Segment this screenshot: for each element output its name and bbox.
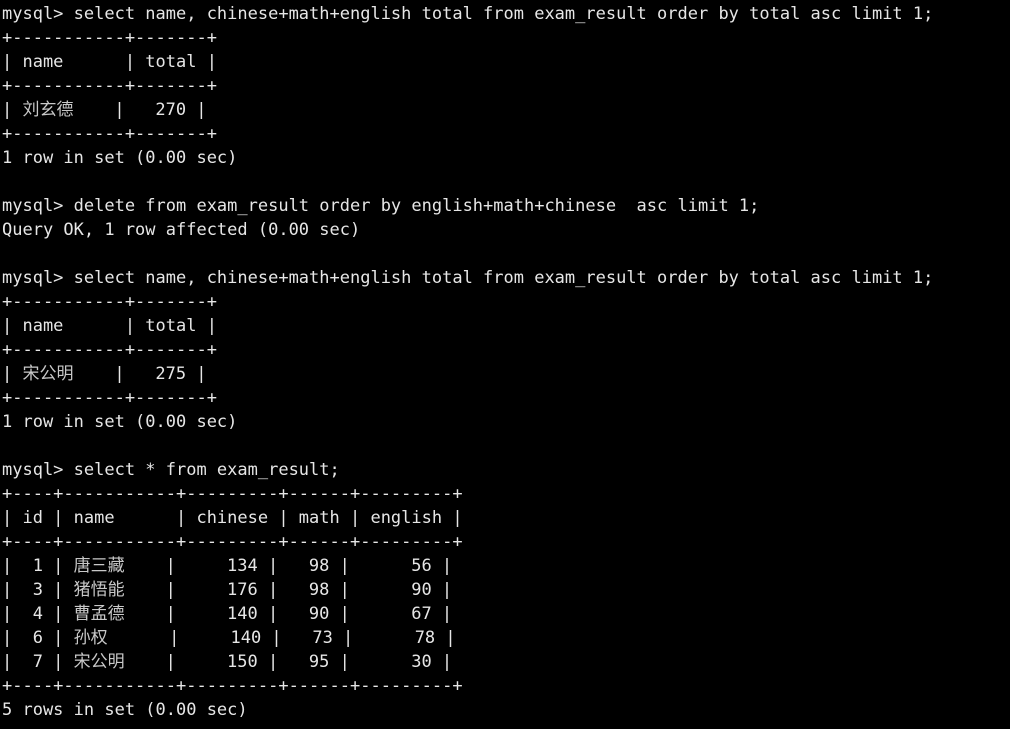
terminal-line: | name | total |: [2, 52, 217, 72]
terminal-output[interactable]: mysql> select name, chinese+math+english…: [2, 2, 1010, 722]
cjk-text: 孙权: [73, 628, 108, 648]
terminal-line: mysql> delete from exam_result order by …: [2, 196, 760, 216]
terminal-line: +----+-----------+---------+------+-----…: [2, 676, 463, 696]
terminal-line: | 6 | 孙权 | 140 | 73 | 78 |: [2, 628, 456, 648]
terminal-line: +-----------+-------+: [2, 292, 217, 312]
terminal-window[interactable]: mysql> select name, chinese+math+english…: [0, 0, 1010, 729]
terminal-line: +----+-----------+---------+------+-----…: [2, 532, 463, 552]
cjk-text: 曹孟德: [73, 604, 125, 624]
terminal-line: | id | name | chinese | math | english |: [2, 508, 463, 528]
terminal-line: 5 rows in set (0.00 sec): [2, 700, 248, 720]
cjk-text: 宋公明: [22, 364, 74, 384]
cjk-text: 猪悟能: [73, 580, 125, 600]
terminal-line: 1 row in set (0.00 sec): [2, 148, 238, 168]
terminal-line: +----+-----------+---------+------+-----…: [2, 484, 463, 504]
terminal-line: Query OK, 1 row affected (0.00 sec): [2, 220, 361, 240]
terminal-line: +-----------+-------+: [2, 340, 217, 360]
terminal-line: | 4 | 曹孟德 | 140 | 90 | 67 |: [2, 604, 453, 624]
terminal-line: | 刘玄德 | 270 |: [2, 100, 207, 120]
terminal-line: | 7 | 宋公明 | 150 | 95 | 30 |: [2, 652, 453, 672]
terminal-line: 1 row in set (0.00 sec): [2, 412, 238, 432]
cjk-text: 唐三藏: [73, 556, 125, 576]
terminal-line: mysql> select * from exam_result;: [2, 460, 340, 480]
terminal-line: | 宋公明 | 275 |: [2, 364, 207, 384]
cjk-text: 刘玄德: [22, 100, 74, 120]
terminal-line: mysql> select name, chinese+math+english…: [2, 4, 934, 24]
terminal-line: +-----------+-------+: [2, 388, 217, 408]
terminal-line: | 1 | 唐三藏 | 134 | 98 | 56 |: [2, 556, 453, 576]
terminal-line: mysql> select name, chinese+math+english…: [2, 268, 934, 288]
terminal-line: +-----------+-------+: [2, 28, 217, 48]
terminal-line: +-----------+-------+: [2, 76, 217, 96]
terminal-line: +-----------+-------+: [2, 124, 217, 144]
terminal-line: | 3 | 猪悟能 | 176 | 98 | 90 |: [2, 580, 453, 600]
cjk-text: 宋公明: [73, 652, 125, 672]
terminal-line: | name | total |: [2, 316, 217, 336]
